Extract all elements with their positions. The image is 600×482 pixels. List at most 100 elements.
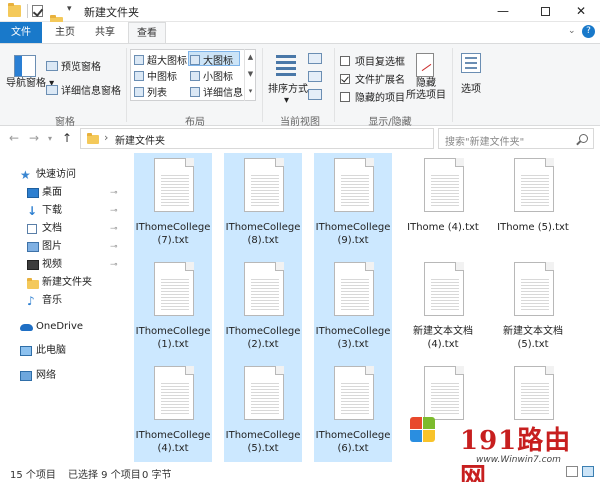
sidebar-item-label: 图片 — [42, 241, 62, 252]
file-item[interactable]: IThomeCollege (5).txt — [224, 361, 302, 462]
hide-selected-button[interactable]: 隐藏 所选项目 — [406, 78, 446, 102]
pin-icon: ⊸ — [110, 242, 118, 252]
file-item[interactable]: IThomeCollege (4).txt — [134, 361, 212, 462]
layout-extra-large-icons[interactable]: 超大图标 — [134, 52, 187, 67]
ribbon-divider — [262, 48, 263, 122]
hidden-items-checkbox[interactable] — [340, 92, 350, 102]
forward-arrow-icon[interactable]: → — [29, 131, 39, 145]
page-fold — [275, 158, 284, 167]
page-fold — [185, 262, 194, 271]
panes-group-label: 窗格 — [55, 117, 75, 128]
file-item[interactable]: IThomeCollege (7).txt — [134, 153, 212, 257]
minimize-button[interactable]: — — [484, 0, 522, 22]
window-title: 新建文件夹 — [84, 6, 139, 19]
file-item[interactable]: IThomeCollege (1).txt — [134, 257, 212, 361]
help-icon[interactable]: ? — [582, 25, 595, 38]
folder-icon — [8, 3, 21, 17]
title-bar: ▾ 新建文件夹 — ✕ — [0, 0, 600, 29]
file-extensions-checkbox[interactable] — [340, 74, 350, 84]
tab-file[interactable]: 文件 — [0, 22, 42, 43]
preview-pane-button[interactable]: 预览窗格 — [46, 58, 101, 73]
file-item[interactable]: IThomeCollege (9).txt — [314, 153, 392, 257]
file-item[interactable]: IThomeCollege (3).txt — [314, 257, 392, 361]
item-checkboxes-checkbox[interactable] — [340, 56, 350, 66]
tab-share[interactable]: 共享 — [86, 22, 124, 43]
sidebar-item-pictures[interactable]: 图片 ⊸ — [0, 238, 126, 256]
hide-selected-label: 隐藏 — [416, 78, 436, 89]
layout-option-label: 详细信息 — [203, 88, 243, 99]
details-pane-button[interactable]: 详细信息窗格 — [46, 82, 121, 97]
layout-gallery-scroll[interactable]: ▲ ▼ ▾ — [244, 49, 256, 101]
documents-icon — [27, 224, 37, 234]
layout-option-label: 中图标 — [147, 72, 177, 83]
address-bar[interactable]: › 新建文件夹 ▾ ↻ — [80, 128, 503, 149]
sidebar-item-label: 新建文件夹 — [42, 277, 92, 288]
search-icon[interactable] — [579, 134, 588, 143]
sidebar-item-desktop[interactable]: 桌面 ⊸ — [0, 184, 126, 202]
maximize-button[interactable] — [526, 0, 564, 22]
file-name: IThomeCollege (8).txt — [225, 222, 301, 246]
item-checkboxes-toggle[interactable]: 项目复选框 — [340, 53, 405, 68]
layout-medium-icons[interactable]: 中图标 — [134, 68, 177, 83]
close-button[interactable]: ✕ — [562, 0, 600, 22]
breadcrumb-chevron-icon[interactable]: › — [104, 131, 108, 144]
file-name: IThomeCollege (2).txt — [225, 326, 301, 350]
sidebar-item-music[interactable]: ♪ 音乐 — [0, 292, 126, 310]
star-icon: ★ — [20, 168, 31, 182]
page-fold — [455, 262, 464, 271]
sidebar-item-onedrive[interactable]: OneDrive — [0, 318, 126, 336]
sidebar-item-network[interactable]: 网络 — [0, 367, 126, 385]
file-item[interactable]: IThomeCollege (6).txt — [314, 361, 392, 462]
sort-by-label: 排序方式 — [268, 84, 308, 95]
sidebar-item-new-folder[interactable]: 新建文件夹 — [0, 274, 126, 292]
layout-list[interactable]: 列表 — [134, 84, 167, 99]
file-name: IThome (4).txt — [407, 222, 479, 233]
item-count: 15 个项目 — [10, 470, 56, 481]
sidebar-item-downloads[interactable]: ↓ 下载 ⊸ — [0, 202, 126, 220]
watermark-brand: 191路由网 — [460, 426, 572, 482]
layout-small-icons[interactable]: 小图标 — [190, 68, 233, 83]
layout-large-icons[interactable]: 大图标 — [190, 52, 233, 67]
quick-access-toolbar-dropdown-icon[interactable]: ▾ — [67, 4, 72, 14]
file-item[interactable]: IThomeCollege (8).txt — [224, 153, 302, 257]
search-input[interactable]: 搜索"新建文件夹" — [438, 128, 594, 149]
layout-option-label: 大图标 — [203, 56, 233, 67]
file-item[interactable]: IThome (4).txt — [404, 153, 482, 257]
file-extensions-toggle[interactable]: 文件扩展名 — [340, 71, 405, 86]
sidebar-item-videos[interactable]: 视频 ⊸ — [0, 256, 126, 274]
file-name: IThomeCollege (4).txt — [135, 430, 211, 454]
up-arrow-icon[interactable]: ↑ — [62, 131, 72, 145]
sidebar-item-documents[interactable]: 文档 ⊸ — [0, 220, 126, 238]
options-icon — [461, 53, 481, 73]
size-columns-icon[interactable] — [308, 89, 322, 100]
file-item[interactable]: 新建文本文档 (5).txt — [494, 257, 572, 361]
properties-checkmark-icon[interactable] — [32, 5, 43, 17]
add-columns-icon[interactable] — [308, 71, 322, 82]
item-checkboxes-label: 项目复选框 — [355, 57, 405, 68]
cloud-icon — [20, 324, 33, 331]
file-name: IThomeCollege (6).txt — [315, 430, 391, 454]
sidebar-item-this-pc[interactable]: 此电脑 — [0, 342, 126, 360]
hide-selected-label-2: 所选项目 — [406, 90, 446, 101]
tab-view[interactable]: 查看 — [128, 22, 166, 44]
file-item[interactable]: IThome (5).txt — [494, 153, 572, 257]
page-fold — [545, 366, 554, 375]
layout-details[interactable]: 详细信息 — [190, 84, 243, 99]
recent-locations-icon[interactable]: ▾ — [48, 134, 52, 143]
collapse-ribbon-icon[interactable]: ⌄ — [568, 26, 576, 36]
breadcrumb[interactable]: 新建文件夹 — [115, 132, 165, 147]
hidden-items-toggle[interactable]: 隐藏的项目 — [340, 89, 405, 104]
navigation-pane-label: 导航窗格 — [6, 78, 46, 89]
options-button[interactable]: 选项 — [461, 80, 481, 95]
file-item[interactable]: 新建文本文档 (4).txt — [404, 257, 482, 361]
sort-by-button[interactable]: 排序方式 ▾ — [268, 80, 308, 106]
sidebar-item-quick-access[interactable]: ★ 快速访问 — [0, 166, 126, 184]
back-arrow-icon[interactable]: ← — [9, 131, 19, 145]
layout-option-label: 小图标 — [203, 72, 233, 83]
sidebar-item-label: 桌面 — [42, 187, 62, 198]
download-icon: ↓ — [27, 204, 38, 218]
pin-icon: ⊸ — [110, 206, 118, 216]
group-by-icon[interactable] — [308, 53, 322, 64]
tab-home[interactable]: 主页 — [46, 22, 84, 43]
file-item[interactable]: IThomeCollege (2).txt — [224, 257, 302, 361]
